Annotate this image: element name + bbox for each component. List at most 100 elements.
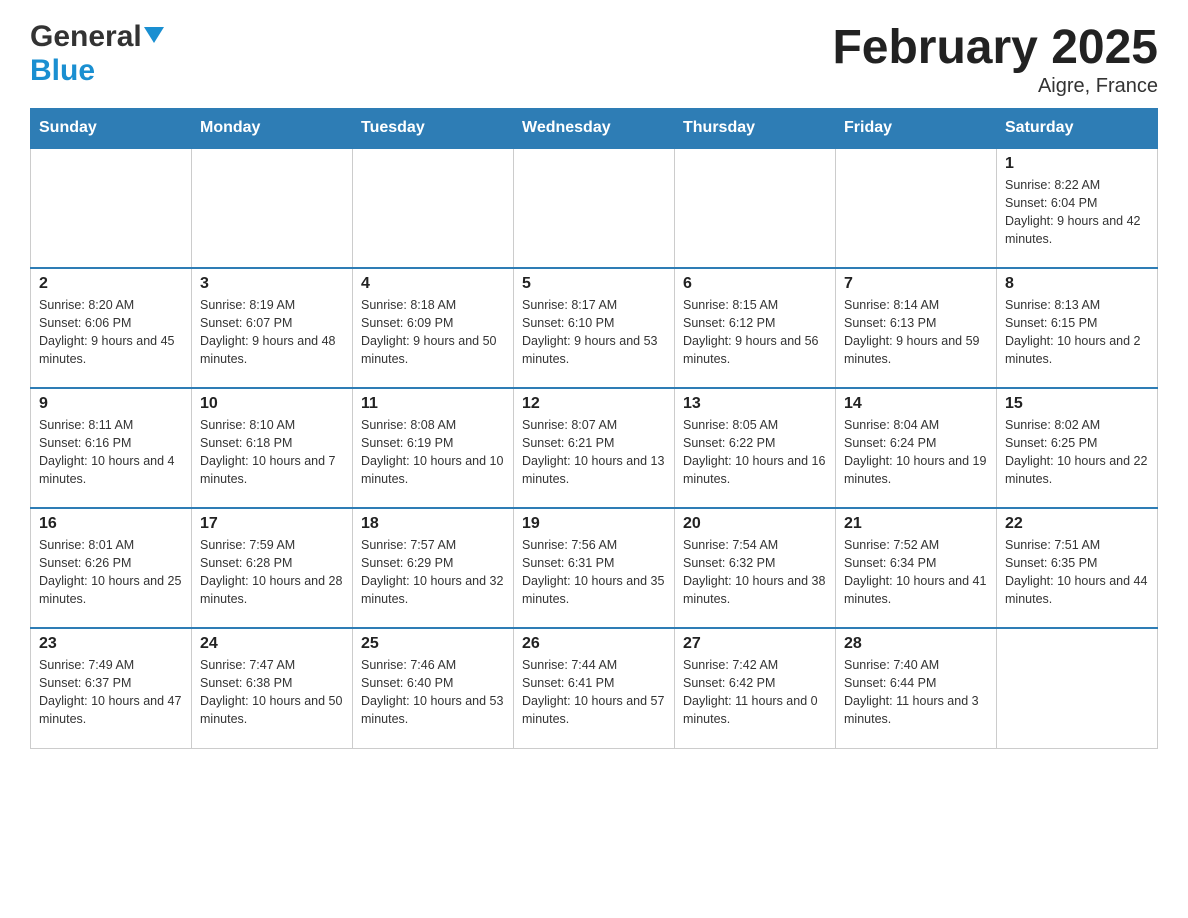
day-number: 8 (1005, 275, 1149, 293)
calendar-cell: 6Sunrise: 8:15 AM Sunset: 6:12 PM Daylig… (675, 268, 836, 388)
header-thursday: Thursday (675, 109, 836, 149)
calendar-cell: 26 Sunrise: 7:44 AM Sunset: 6:41 PM Dayli… (514, 628, 675, 748)
header-saturday: Saturday (997, 109, 1158, 149)
calendar-cell: 1 Sunrise: 8:22 AM Sunset: 6:04 PM Daylig… (997, 148, 1158, 268)
day-number: 26 (522, 635, 666, 653)
day-info: Sunrise: 8:13 AM Sunset: 6:15 PM Dayligh… (1005, 296, 1149, 369)
day-number: 21 (844, 515, 988, 533)
calendar-cell: 11 Sunrise: 8:08 AM Sunset: 6:19 PM Dayli… (353, 388, 514, 508)
day-info: Sunrise: 7:40 AM Sunset: 6:44 PM Dayligh… (844, 656, 988, 729)
day-info: Sunrise: 7:46 AM Sunset: 6:40 PM Dayligh… (361, 656, 505, 729)
calendar-cell: 17Sunrise: 7:59 AM Sunset: 6:28 PM Dayli… (192, 508, 353, 628)
day-info: Sunrise: 7:57 AM Sunset: 6:29 PM Dayligh… (361, 536, 505, 609)
day-number: 4 (361, 275, 505, 293)
calendar-cell: 28Sunrise: 7:40 AM Sunset: 6:44 PM Dayli… (836, 628, 997, 748)
calendar-cell (675, 148, 836, 268)
logo-general: General (30, 20, 142, 54)
logo-triangle-icon (144, 25, 164, 45)
day-info: Sunrise: 7:52 AM Sunset: 6:34 PM Dayligh… (844, 536, 988, 609)
day-number: 17 (200, 515, 344, 533)
day-info: Sunrise: 7:56 AM Sunset: 6:31 PM Dayligh… (522, 536, 666, 609)
calendar-cell (997, 628, 1158, 748)
calendar-cell: 9 Sunrise: 8:11 AM Sunset: 6:16 PM Daylig… (31, 388, 192, 508)
calendar-cell: 15 Sunrise: 8:02 AM Sunset: 6:25 PM Dayli… (997, 388, 1158, 508)
month-title: February 2025 (832, 20, 1158, 75)
day-info: Sunrise: 8:14 AM Sunset: 6:13 PM Dayligh… (844, 296, 988, 369)
calendar-cell: 4 Sunrise: 8:18 AM Sunset: 6:09 PM Daylig… (353, 268, 514, 388)
day-info: Sunrise: 7:54 AM Sunset: 6:32 PM Dayligh… (683, 536, 827, 609)
page-header: General Blue February 2025 Aigre, France (30, 20, 1158, 98)
calendar-cell: 19 Sunrise: 7:56 AM Sunset: 6:31 PM Dayli… (514, 508, 675, 628)
calendar-header-row: SundayMondayTuesdayWednesdayThursdayFrid… (31, 109, 1158, 149)
calendar-week-5: 23 Sunrise: 7:49 AM Sunset: 6:37 PM Dayli… (31, 628, 1158, 748)
day-number: 16 (39, 515, 183, 533)
day-info: Sunrise: 8:19 AM Sunset: 6:07 PM Dayligh… (200, 296, 344, 369)
calendar-cell: 21 Sunrise: 7:52 AM Sunset: 6:34 PM Dayli… (836, 508, 997, 628)
day-number: 23 (39, 635, 183, 653)
day-info: Sunrise: 8:04 AM Sunset: 6:24 PM Dayligh… (844, 416, 988, 489)
calendar-cell: 5 Sunrise: 8:17 AM Sunset: 6:10 PM Daylig… (514, 268, 675, 388)
day-number: 18 (361, 515, 505, 533)
day-info: Sunrise: 7:47 AM Sunset: 6:38 PM Dayligh… (200, 656, 344, 729)
day-info: Sunrise: 8:01 AM Sunset: 6:26 PM Dayligh… (39, 536, 183, 609)
calendar-cell: 27Sunrise: 7:42 AM Sunset: 6:42 PM Dayli… (675, 628, 836, 748)
calendar-cell: 3 Sunrise: 8:19 AM Sunset: 6:07 PM Daylig… (192, 268, 353, 388)
calendar-cell: 24 Sunrise: 7:47 AM Sunset: 6:38 PM Dayli… (192, 628, 353, 748)
calendar-cell: 23 Sunrise: 7:49 AM Sunset: 6:37 PM Dayli… (31, 628, 192, 748)
calendar-cell: 25Sunrise: 7:46 AM Sunset: 6:40 PM Dayli… (353, 628, 514, 748)
header-monday: Monday (192, 109, 353, 149)
calendar-week-1: 1 Sunrise: 8:22 AM Sunset: 6:04 PM Daylig… (31, 148, 1158, 268)
calendar-cell: 10Sunrise: 8:10 AM Sunset: 6:18 PM Dayli… (192, 388, 353, 508)
day-info: Sunrise: 8:11 AM Sunset: 6:16 PM Dayligh… (39, 416, 183, 489)
day-number: 14 (844, 395, 988, 413)
logo: General Blue (30, 20, 164, 88)
day-number: 7 (844, 275, 988, 293)
day-number: 5 (522, 275, 666, 293)
day-number: 22 (1005, 515, 1149, 533)
day-number: 12 (522, 395, 666, 413)
calendar-week-2: 2 Sunrise: 8:20 AM Sunset: 6:06 PM Daylig… (31, 268, 1158, 388)
header-friday: Friday (836, 109, 997, 149)
day-info: Sunrise: 8:07 AM Sunset: 6:21 PM Dayligh… (522, 416, 666, 489)
calendar-cell: 2 Sunrise: 8:20 AM Sunset: 6:06 PM Daylig… (31, 268, 192, 388)
day-info: Sunrise: 8:18 AM Sunset: 6:09 PM Dayligh… (361, 296, 505, 369)
day-info: Sunrise: 8:20 AM Sunset: 6:06 PM Dayligh… (39, 296, 183, 369)
day-number: 27 (683, 635, 827, 653)
header-sunday: Sunday (31, 109, 192, 149)
calendar-week-4: 16 Sunrise: 8:01 AM Sunset: 6:26 PM Dayli… (31, 508, 1158, 628)
day-info: Sunrise: 7:51 AM Sunset: 6:35 PM Dayligh… (1005, 536, 1149, 609)
day-number: 13 (683, 395, 827, 413)
day-info: Sunrise: 8:10 AM Sunset: 6:18 PM Dayligh… (200, 416, 344, 489)
day-info: Sunrise: 8:08 AM Sunset: 6:19 PM Dayligh… (361, 416, 505, 489)
day-info: Sunrise: 7:44 AM Sunset: 6:41 PM Dayligh… (522, 656, 666, 729)
day-info: Sunrise: 8:05 AM Sunset: 6:22 PM Dayligh… (683, 416, 827, 489)
calendar-cell (514, 148, 675, 268)
calendar-cell: 20 Sunrise: 7:54 AM Sunset: 6:32 PM Dayli… (675, 508, 836, 628)
logo-blue: Blue (30, 54, 95, 87)
day-number: 2 (39, 275, 183, 293)
day-info: Sunrise: 8:02 AM Sunset: 6:25 PM Dayligh… (1005, 416, 1149, 489)
calendar-cell: 16 Sunrise: 8:01 AM Sunset: 6:26 PM Dayli… (31, 508, 192, 628)
day-number: 15 (1005, 395, 1149, 413)
day-number: 19 (522, 515, 666, 533)
day-number: 9 (39, 395, 183, 413)
calendar-week-3: 9 Sunrise: 8:11 AM Sunset: 6:16 PM Daylig… (31, 388, 1158, 508)
location: Aigre, France (832, 75, 1158, 98)
calendar-cell: 12 Sunrise: 8:07 AM Sunset: 6:21 PM Dayli… (514, 388, 675, 508)
day-info: Sunrise: 7:49 AM Sunset: 6:37 PM Dayligh… (39, 656, 183, 729)
calendar-cell: 13 Sunrise: 8:05 AM Sunset: 6:22 PM Dayli… (675, 388, 836, 508)
calendar-cell (192, 148, 353, 268)
calendar-cell: 7 Sunrise: 8:14 AM Sunset: 6:13 PM Daylig… (836, 268, 997, 388)
day-info: Sunrise: 8:22 AM Sunset: 6:04 PM Dayligh… (1005, 176, 1149, 249)
day-number: 6 (683, 275, 827, 293)
calendar-cell: 8 Sunrise: 8:13 AM Sunset: 6:15 PM Daylig… (997, 268, 1158, 388)
day-number: 11 (361, 395, 505, 413)
calendar-cell: 18 Sunrise: 7:57 AM Sunset: 6:29 PM Dayli… (353, 508, 514, 628)
day-number: 3 (200, 275, 344, 293)
day-number: 1 (1005, 155, 1149, 173)
day-info: Sunrise: 8:17 AM Sunset: 6:10 PM Dayligh… (522, 296, 666, 369)
day-number: 24 (200, 635, 344, 653)
title-block: February 2025 Aigre, France (832, 20, 1158, 98)
calendar-cell (31, 148, 192, 268)
day-number: 20 (683, 515, 827, 533)
